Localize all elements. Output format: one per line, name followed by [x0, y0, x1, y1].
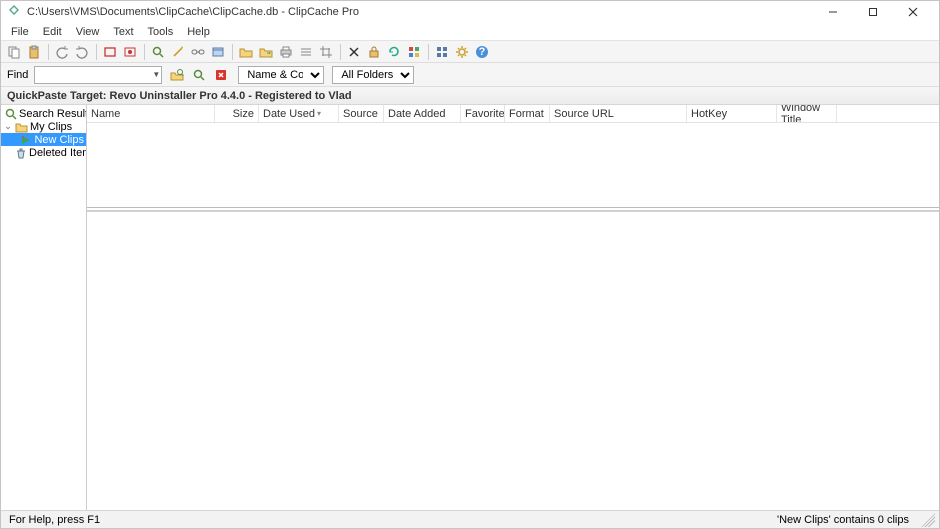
status-count: 'New Clips' contains 0 clips	[765, 514, 921, 526]
column-header[interactable]: Date Used▾	[259, 105, 339, 122]
column-header[interactable]: Window Title	[777, 105, 837, 122]
column-label: Source	[343, 108, 378, 120]
tree-item[interactable]: ⌄ My Clips	[1, 120, 86, 133]
crop-icon[interactable]	[317, 43, 335, 61]
separator	[427, 44, 429, 60]
expand-icon[interactable]: ⌄	[3, 121, 13, 132]
quickpaste-text: QuickPaste Target: Revo Uninstaller Pro …	[7, 90, 352, 102]
column-header[interactable]: Name	[87, 105, 215, 122]
list-body[interactable]	[87, 123, 939, 207]
menu-view[interactable]: View	[70, 24, 106, 40]
menu-tools[interactable]: Tools	[142, 24, 180, 40]
preview-pane[interactable]	[87, 210, 939, 510]
resize-grip[interactable]	[921, 513, 935, 527]
column-label: Source URL	[554, 108, 614, 120]
menu-help[interactable]: Help	[181, 24, 216, 40]
column-header[interactable]: Favorite	[461, 105, 505, 122]
redo-icon[interactable]	[73, 43, 91, 61]
separator	[143, 44, 145, 60]
svg-text:?: ?	[479, 46, 486, 58]
trash-icon	[15, 146, 27, 159]
search-clear-icon[interactable]	[212, 66, 230, 84]
list-header[interactable]: Name Size Date Used▾ Source Date Added Favori…	[87, 105, 939, 123]
minimize-button[interactable]	[813, 1, 853, 23]
titlebar: C:\Users\VMS\Documents\ClipCache\ClipCac…	[1, 1, 939, 23]
menu-file[interactable]: File	[5, 24, 35, 40]
folder-select[interactable]: All Folders	[332, 66, 414, 84]
menu-text[interactable]: Text	[107, 24, 139, 40]
help-icon[interactable]: ?	[473, 43, 491, 61]
separator	[47, 44, 49, 60]
tree-item[interactable]: Deleted Items	[1, 146, 86, 159]
column-label: Window Title	[781, 105, 832, 122]
close-button[interactable]	[893, 1, 933, 23]
sort-icon: ▾	[317, 109, 321, 118]
lock-icon[interactable]	[365, 43, 383, 61]
search-icon	[5, 107, 17, 120]
record-icon[interactable]	[101, 43, 119, 61]
column-label: HotKey	[691, 108, 727, 120]
tree-item-label: New Clips	[34, 134, 84, 146]
find-label: Find	[5, 69, 30, 81]
column-header[interactable]: Size	[215, 105, 259, 122]
grid-icon[interactable]	[433, 43, 451, 61]
paste-icon[interactable]	[25, 43, 43, 61]
gear-icon[interactable]	[453, 43, 471, 61]
target-icon[interactable]	[405, 43, 423, 61]
folder-move-icon[interactable]	[257, 43, 275, 61]
column-label: Date Added	[388, 108, 446, 120]
quickpaste-bar: QuickPaste Target: Revo Uninstaller Pro …	[1, 87, 939, 105]
column-label: Date Used	[263, 108, 315, 120]
tree-view[interactable]: Search Results ⌄ My ClipsNew ClipsDeleted …	[1, 105, 87, 510]
find-input[interactable]	[34, 66, 162, 84]
window-icon[interactable]	[209, 43, 227, 61]
column-label: Name	[91, 108, 120, 120]
tree-item-label: Search Results	[19, 108, 87, 120]
undo-icon[interactable]	[53, 43, 71, 61]
menu-edit[interactable]: Edit	[37, 24, 68, 40]
column-header[interactable]: Source	[339, 105, 384, 122]
column-label: Favorite	[465, 108, 505, 120]
folder-icon	[15, 120, 28, 133]
app-icon	[7, 5, 21, 19]
column-header[interactable]: Format	[505, 105, 550, 122]
status-help: For Help, press F1	[5, 514, 765, 526]
maximize-button[interactable]	[853, 1, 893, 23]
folder-add-icon[interactable]	[237, 43, 255, 61]
refresh-icon[interactable]	[385, 43, 403, 61]
search-again-icon[interactable]	[190, 66, 208, 84]
toolbar: ?	[1, 41, 939, 63]
column-header[interactable]: Source URL	[550, 105, 687, 122]
find-icon[interactable]	[149, 43, 167, 61]
copy-icon[interactable]	[5, 43, 23, 61]
arrow-icon	[20, 133, 32, 146]
separator	[231, 44, 233, 60]
link-icon[interactable]	[189, 43, 207, 61]
column-label: Size	[233, 108, 254, 120]
column-header[interactable]: HotKey	[687, 105, 777, 122]
tree-item-label: Deleted Items	[29, 147, 87, 159]
separator	[339, 44, 341, 60]
column-header[interactable]: Date Added	[384, 105, 461, 122]
tree-item[interactable]: New Clips	[1, 133, 86, 146]
list-icon[interactable]	[297, 43, 315, 61]
column-label: Format	[509, 108, 544, 120]
search-go-icon[interactable]	[168, 66, 186, 84]
record-stop-icon[interactable]	[121, 43, 139, 61]
list-view[interactable]: Name Size Date Used▾ Source Date Added Favori…	[87, 105, 939, 208]
delete-icon[interactable]	[345, 43, 363, 61]
tree-item[interactable]: Search Results	[1, 107, 86, 120]
scope-select[interactable]: Name & Content	[238, 66, 324, 84]
menubar: File Edit View Text Tools Help	[1, 23, 939, 41]
separator	[95, 44, 97, 60]
findbar: Find ▼ Name & Content All Folders	[1, 63, 939, 87]
wand-icon[interactable]	[169, 43, 187, 61]
print-icon[interactable]	[277, 43, 295, 61]
tree-item-label: My Clips	[30, 121, 72, 133]
window-title: C:\Users\VMS\Documents\ClipCache\ClipCac…	[27, 6, 813, 18]
statusbar: For Help, press F1 'New Clips' contains …	[1, 510, 939, 528]
